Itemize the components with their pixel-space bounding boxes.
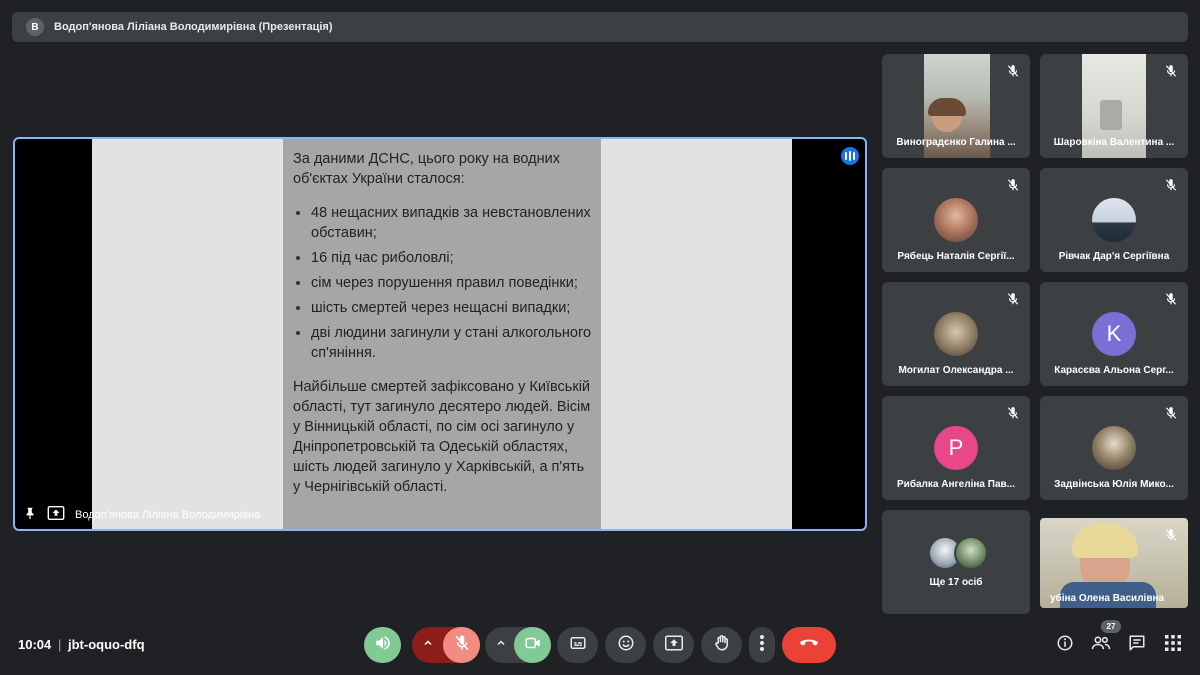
mic-off-icon — [1164, 406, 1178, 420]
participant-tile[interactable]: Рівчак Дар'я Сергіївна — [1040, 168, 1188, 272]
slide-intro: За даними ДСНС, цього року на водних об'… — [293, 151, 560, 187]
hand-icon — [713, 634, 731, 657]
presentation-stage[interactable]: За даними ДСНС, цього року на водних об'… — [13, 137, 867, 531]
participant-avatar: P — [934, 426, 978, 470]
camera-icon — [524, 634, 542, 657]
more-participants-tile[interactable]: Ще 17 осіб — [882, 510, 1030, 614]
presentation-title-bar: В Водоп'янова Ліліана Володимирівна (Пре… — [12, 12, 1188, 42]
participant-avatar — [934, 198, 978, 242]
reactions-button[interactable] — [605, 627, 646, 663]
speaker-icon — [374, 634, 392, 657]
emoji-icon — [617, 634, 635, 657]
presenter-name: Водоп'янова Ліліана Володимирівна — [75, 508, 261, 521]
presentation-title: Водоп'янова Ліліана Володимирівна (Презе… — [54, 21, 333, 33]
mic-off-icon — [1006, 64, 1020, 78]
raise-hand-button[interactable] — [701, 627, 742, 663]
participant-tile[interactable]: Задвінська Юлія Мико... — [1040, 396, 1188, 500]
meeting-controls-bar: 10:04 | jbt-oquo-dfq 27 — [0, 615, 1200, 675]
participant-tile[interactable]: Шаровкіна Валентина ... — [1040, 54, 1188, 158]
more-participants-label: Ще 17 осіб — [929, 577, 983, 588]
slide-bullet-list: 48 нещасних випадків за невстановлених о… — [293, 203, 593, 363]
participant-name: Могилат Олександра ... — [898, 365, 1014, 376]
participant-name: Карасєва Альона Серг... — [1054, 365, 1174, 376]
camera-control-group — [485, 627, 551, 663]
captions-button[interactable] — [557, 627, 598, 663]
participant-tile[interactable]: Рябець Наталія Сергії... — [882, 168, 1030, 272]
chat-icon — [1128, 634, 1146, 657]
separator: | — [58, 637, 62, 652]
more-vert-icon — [759, 634, 765, 657]
speaker-button[interactable] — [364, 627, 401, 663]
slide-paragraph: Найбільше смертей зафіксовано у Київські… — [293, 379, 591, 495]
clock: 10:04 — [18, 637, 52, 652]
participant-tile[interactable]: Виноградєнко Галина ... — [882, 54, 1030, 158]
mic-off-icon — [1006, 292, 1020, 306]
participant-tile[interactable]: P Рибалка Ангеліна Пав... — [882, 396, 1030, 500]
participant-avatar — [934, 312, 978, 356]
participant-name: Виноградєнко Галина ... — [896, 137, 1016, 148]
present-now-button[interactable] — [653, 627, 694, 663]
participant-count-badge: 27 — [1101, 620, 1121, 633]
slide: За даними ДСНС, цього року на водних об'… — [92, 139, 792, 529]
people-button[interactable] — [1089, 633, 1113, 657]
mic-off-icon — [1164, 292, 1178, 306]
slide-bullet: 16 під час риболовлі; — [311, 248, 593, 268]
camera-toggle-button[interactable] — [514, 627, 551, 663]
meeting-info-button[interactable] — [1053, 633, 1077, 657]
participant-name: Задвінська Юлія Мико... — [1054, 479, 1174, 490]
mic-off-icon — [1164, 178, 1178, 192]
presenter-avatar: В — [26, 18, 44, 36]
present-screen-icon — [664, 634, 683, 657]
participant-avatar — [1092, 198, 1136, 242]
mic-toggle-button[interactable] — [443, 627, 480, 663]
mic-off-icon — [1006, 178, 1020, 192]
participant-name: Рівчак Дар'я Сергіївна — [1058, 251, 1170, 262]
slide-bullet: сім через порушення правил поведінки; — [311, 273, 593, 293]
mic-off-icon — [1164, 64, 1178, 78]
participant-tile[interactable]: Могилат Олександра ... — [882, 282, 1030, 386]
chevron-up-icon[interactable] — [422, 636, 434, 654]
slide-text-panel: За даними ДСНС, цього року на водних об'… — [283, 139, 601, 529]
mic-off-icon — [1006, 406, 1020, 420]
activities-button[interactable] — [1161, 633, 1185, 657]
participant-avatar — [1092, 426, 1136, 470]
participant-avatar — [954, 536, 988, 570]
chevron-up-icon[interactable] — [495, 636, 507, 654]
people-icon — [1091, 634, 1111, 657]
captions-icon — [569, 634, 587, 657]
participant-name: Рябець Наталія Сергії... — [897, 251, 1015, 262]
mic-off-icon — [453, 634, 471, 657]
call-end-icon — [799, 636, 819, 654]
participant-tile[interactable]: K Карасєва Альона Серг... — [1040, 282, 1188, 386]
participant-name: Шаровкіна Валентина ... — [1053, 137, 1175, 148]
mic-control-group — [412, 627, 480, 663]
participant-name: Рибалка Ангеліна Пав... — [897, 479, 1015, 490]
info-icon — [1056, 634, 1074, 657]
meeting-code: jbt-oquo-dfq — [68, 637, 145, 652]
slide-bullet: 48 нещасних випадків за невстановлених о… — [311, 203, 593, 243]
leave-call-button[interactable] — [782, 627, 836, 663]
pin-icon[interactable] — [23, 506, 37, 523]
slide-bullet: шість смертей через нещасні випадки; — [311, 298, 593, 318]
chat-button[interactable] — [1125, 633, 1149, 657]
participant-avatar: K — [1092, 312, 1136, 356]
slide-bullet: дві людини загинули у стані алкогольного… — [311, 323, 593, 363]
apps-grid-icon — [1165, 634, 1181, 656]
mic-off-icon — [1164, 528, 1178, 542]
stage-footer: Водоп'янова Ліліана Володимирівна — [23, 506, 260, 523]
more-options-button[interactable] — [749, 627, 775, 663]
self-view-tile[interactable]: убіна Олена Василівна — [1040, 518, 1188, 608]
audio-level-icon — [841, 147, 859, 165]
participant-name: убіна Олена Василівна — [1050, 593, 1165, 604]
present-screen-icon[interactable] — [47, 506, 65, 523]
